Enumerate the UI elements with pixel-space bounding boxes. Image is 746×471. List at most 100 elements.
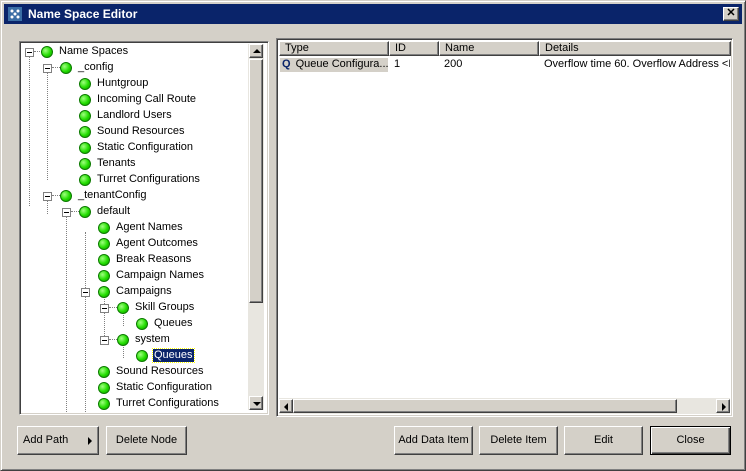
scroll-up-button[interactable] (249, 44, 263, 58)
arrow-up-icon (253, 49, 261, 53)
collapse-icon[interactable] (25, 48, 34, 57)
collapse-icon[interactable] (81, 288, 90, 297)
close-window-button[interactable]: ✕ (723, 7, 739, 21)
window-title: Name Space Editor (28, 7, 138, 21)
tree-node-default-child[interactable]: Sound Resources (20, 364, 250, 380)
tree-node-label: Name Spaces (59, 45, 129, 57)
green-node-icon (98, 366, 110, 378)
green-node-icon (79, 110, 91, 122)
list-horizontal-scrollbar[interactable] (279, 398, 730, 414)
collapse-icon[interactable] (100, 336, 109, 345)
delete-node-button[interactable]: Delete Node (106, 426, 187, 455)
tree-node-config-child[interactable]: Incoming Call Route (20, 92, 250, 108)
close-icon: ✕ (726, 7, 736, 19)
add-path-label: Add Path (23, 434, 69, 446)
green-node-icon (79, 206, 91, 218)
namespace-tree[interactable]: Name Spaces _config Huntgroup Incoming Ca… (19, 41, 269, 415)
tree-node-label: Static Configuration (116, 381, 212, 393)
tree-node-label: Turret Configurations (97, 173, 200, 185)
collapse-icon[interactable] (43, 64, 52, 73)
row-type-cell: Q Queue Configura... (280, 58, 388, 72)
scroll-left-button[interactable] (279, 399, 293, 413)
row-type: Queue Configura... (295, 58, 388, 70)
green-node-icon (60, 62, 72, 74)
tree-node-label: Break Reasons (116, 253, 192, 265)
tree-node-name-spaces[interactable]: Name Spaces (20, 44, 250, 60)
tree-node-label: Turret Configurations (116, 397, 219, 409)
tree-node-label: Static Configuration (97, 141, 193, 153)
tree-node-label: Sound Resources (116, 365, 204, 377)
tree-node-default-child[interactable]: Agent Outcomes (20, 236, 250, 252)
tree-node-default-child[interactable]: Campaign Names (20, 268, 250, 284)
tree-node-label: Incoming Call Route (97, 93, 197, 105)
tree-node-label-selected: Queues (152, 348, 195, 363)
tree-node-config-child[interactable]: Landlord Users (20, 108, 250, 124)
scroll-thumb[interactable] (293, 399, 677, 413)
green-node-icon (98, 222, 110, 234)
row-details: Overflow time 60. Overflow Address <N (544, 58, 730, 70)
row-id: 1 (394, 58, 401, 70)
tree-node-config-child[interactable]: Turret Configurations (20, 172, 250, 188)
green-node-icon (98, 254, 110, 266)
tree-node-system[interactable]: system (20, 332, 250, 348)
add-data-item-button[interactable]: Add Data Item (394, 426, 473, 455)
tree-node-label: Sound Resources (97, 125, 185, 137)
tree-node-label: Skill Groups (135, 301, 195, 313)
tree-node-label: Agent Outcomes (116, 237, 198, 249)
tree-node-config-child[interactable]: Static Configuration (20, 140, 250, 156)
scroll-down-button[interactable] (249, 396, 263, 410)
title-bar: Name Space Editor ✕ (4, 4, 742, 24)
data-item-list[interactable]: Type ID Name Details Q Queue Configura..… (276, 38, 733, 417)
green-node-icon (41, 46, 53, 58)
collapse-icon[interactable] (62, 208, 71, 217)
tree-node-default-child[interactable]: Turret Configurations (20, 396, 250, 412)
close-button[interactable]: Close (650, 426, 731, 455)
app-icon (8, 7, 22, 21)
green-node-icon (79, 94, 91, 106)
tree-node-label: Campaign Names (116, 269, 205, 281)
tree-node-tenant-config[interactable]: _tenantConfig (20, 188, 250, 204)
green-node-icon (79, 174, 91, 186)
arrow-left-icon (284, 403, 288, 411)
scroll-right-button[interactable] (716, 399, 730, 413)
tree-node-config[interactable]: _config (20, 60, 250, 76)
tree-node-skill-groups-queues[interactable]: Queues (20, 316, 250, 332)
tree-node-skill-groups[interactable]: Skill Groups (20, 300, 250, 316)
green-node-icon (98, 238, 110, 250)
table-row[interactable]: Q Queue Configura... 1 200 Overflow time… (277, 39, 730, 75)
green-node-icon (136, 318, 148, 330)
collapse-icon[interactable] (100, 304, 109, 313)
add-path-button[interactable]: Add Path (17, 426, 99, 455)
tree-node-label: default (97, 205, 131, 217)
tree-node-default-child[interactable]: Agent Names (20, 220, 250, 236)
tree-node-label: _tenantConfig (78, 189, 147, 201)
green-node-icon (98, 398, 110, 410)
name-space-editor-window: Name Space Editor ✕ Name Spaces _config … (0, 0, 746, 471)
tree-node-default-child[interactable]: Static Configuration (20, 380, 250, 396)
arrow-down-icon (253, 402, 261, 406)
queue-type-icon: Q (282, 58, 291, 70)
scroll-thumb[interactable] (249, 59, 263, 303)
tree-node-config-child[interactable]: Huntgroup (20, 76, 250, 92)
tree-node-campaigns[interactable]: Campaigns (20, 284, 250, 300)
arrow-right-icon (88, 437, 92, 445)
collapse-icon[interactable] (43, 192, 52, 201)
edit-button[interactable]: Edit (564, 426, 643, 455)
tree-node-label: Landlord Users (97, 109, 172, 121)
green-node-icon (98, 270, 110, 282)
tree-node-config-child[interactable]: Sound Resources (20, 124, 250, 140)
tree-node-default[interactable]: default (20, 204, 250, 220)
tree-vertical-scrollbar[interactable] (248, 44, 264, 410)
tree-node-default-child[interactable]: Break Reasons (20, 252, 250, 268)
green-node-icon (136, 350, 148, 362)
green-node-icon (98, 286, 110, 298)
tree-node-system-queues[interactable]: Queues (20, 348, 250, 364)
delete-item-button[interactable]: Delete Item (479, 426, 558, 455)
green-node-icon (79, 158, 91, 170)
tree-node-config-child[interactable]: Tenants (20, 156, 250, 172)
green-node-icon (60, 190, 72, 202)
tree-node-label: Tenants (97, 157, 136, 169)
arrow-right-icon (722, 403, 726, 411)
tree-node-label: _config (78, 61, 114, 73)
green-node-icon (98, 382, 110, 394)
